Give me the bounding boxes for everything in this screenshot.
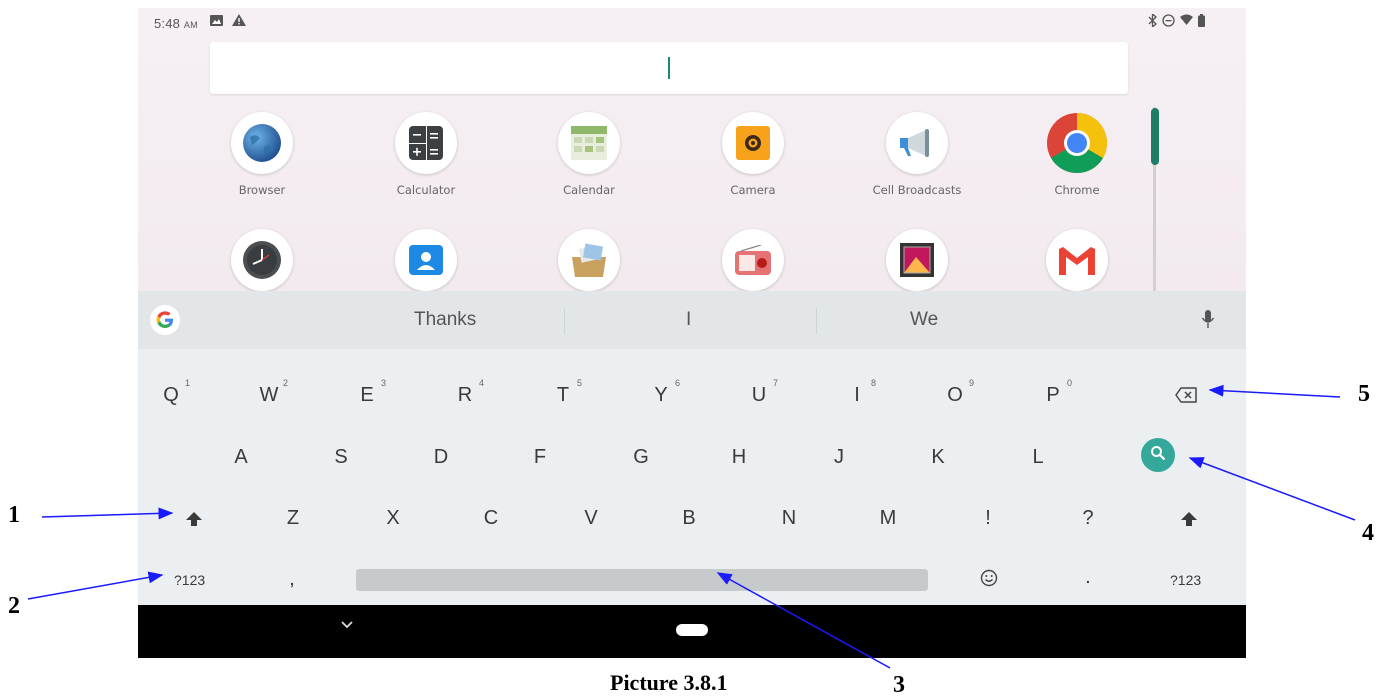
arrow-4 [1188, 457, 1356, 521]
annotation-arrows [27, 384, 1356, 669]
figure-caption: Picture 3.8.1 [610, 670, 728, 695]
arrow-5 [1208, 384, 1341, 398]
callout-5: 5 [1358, 381, 1370, 407]
arrow-3 [716, 572, 891, 669]
arrow-2 [27, 571, 164, 600]
callout-1: 1 [8, 502, 20, 528]
arrow-1 [41, 507, 174, 520]
callout-4: 4 [1362, 520, 1374, 546]
callout-2: 2 [8, 593, 20, 619]
